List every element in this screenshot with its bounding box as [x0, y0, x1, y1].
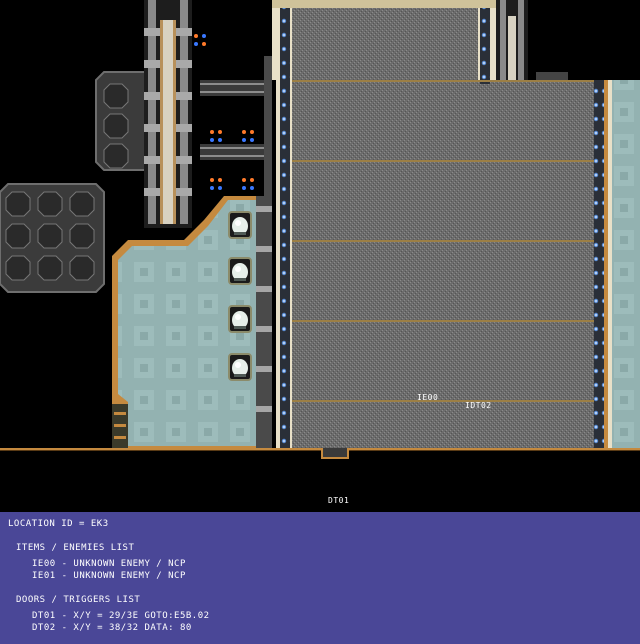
door-entry: DT01 - X/Y = 29/3E GOTO:E5B.02 [32, 611, 210, 621]
doors-heading: DOORS / TRIGGERS LIST [16, 595, 141, 605]
map-view: IE00 IDT02 DT01 [0, 0, 640, 512]
wall-column [256, 196, 272, 448]
map-canvas [0, 0, 640, 512]
door-label: DT01 [328, 496, 350, 505]
info-panel: LOCATION ID = EK3 ITEMS / ENEMIES LIST I… [0, 512, 640, 644]
capsule-pod [228, 353, 252, 381]
octagon-plate-upper [95, 71, 151, 171]
door-entry: DT02 - X/Y = 38/32 DATA: 80 [32, 623, 192, 633]
item-entry: IE01 - UNKNOWN ENEMY / NCP [32, 571, 186, 581]
capsule-pod [228, 305, 252, 333]
items-heading: ITEMS / ENEMIES LIST [16, 543, 135, 553]
capsule-pod [228, 257, 252, 285]
enemy-label: IE00 [417, 393, 439, 402]
item-entry: IE00 - UNKNOWN ENEMY / NCP [32, 559, 186, 569]
conduit-left [144, 0, 192, 228]
floor-right [612, 80, 640, 448]
trigger-label: IDT02 [465, 401, 492, 410]
location-id: LOCATION ID = EK3 [8, 519, 109, 529]
octagon-plate-lower [0, 183, 105, 293]
capsule-pod [228, 211, 252, 239]
